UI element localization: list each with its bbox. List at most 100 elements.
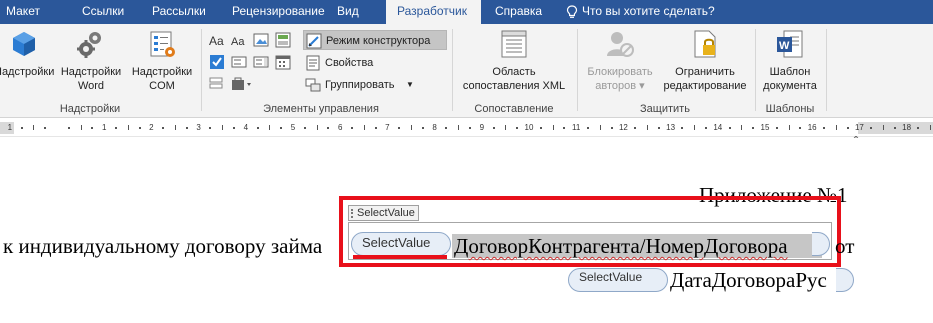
ruler-dot [728, 127, 731, 129]
com-addins-button[interactable]: Надстройки COM [127, 28, 197, 93]
ruler-dot [138, 127, 141, 129]
ruler-number: 12 [618, 123, 628, 132]
ruler-number: 1 [7, 123, 13, 132]
ruler-dot [351, 127, 353, 129]
group-icon [305, 77, 321, 93]
lock-document-icon [689, 28, 721, 60]
restrict-editing-button[interactable]: Ограничить редактирование [660, 28, 750, 93]
ruler-tick [127, 125, 129, 130]
date-picker-control-icon[interactable] [275, 54, 291, 70]
design-mode-label: Режим конструктора [326, 35, 431, 47]
ruler-dot [162, 127, 165, 129]
ruler-number: 5 [290, 123, 296, 132]
document-template-label-2: документа [763, 80, 817, 92]
addins-icon [8, 28, 40, 60]
building-block-control-icon[interactable] [275, 32, 291, 48]
xml-mapping-pane-icon [498, 28, 530, 60]
properties-icon [305, 55, 321, 71]
ruler-dot [634, 127, 637, 129]
ruler-dot [516, 127, 519, 129]
restrict-editing-label-2: редактирование [663, 80, 747, 92]
tab-review[interactable]: Рецензирование [222, 0, 332, 24]
gears-icon [75, 28, 107, 60]
dropdown-list-control-icon[interactable] [253, 54, 269, 70]
ruler-tick [741, 125, 743, 130]
word-addins-label-2: Word [77, 80, 105, 92]
ruler-tick [411, 125, 412, 130]
ruler-number: 7 [385, 123, 390, 132]
ruler-tick [835, 125, 837, 130]
ruler-dot [799, 127, 802, 129]
word-template-icon: W [774, 28, 806, 60]
group-separator [826, 29, 827, 111]
document-template-label-1: Шаблон [769, 66, 811, 78]
properties-button[interactable]: Свойства [303, 53, 393, 73]
tab-mailings[interactable]: Рассылки [142, 0, 220, 24]
tab-view[interactable]: Вид [330, 0, 380, 24]
ruler-dot [398, 127, 401, 129]
ruler-number: 2 [149, 123, 154, 132]
ruler-dot [469, 127, 471, 129]
group-label-mapping: Сопоставление [474, 103, 554, 115]
block-authors-label-1: Блокировать [587, 66, 653, 78]
tab-references[interactable]: Ссылки [72, 0, 134, 24]
document-page[interactable]: Приложение №1 к индивидуальному договору… [0, 138, 933, 323]
ruler-dot [917, 127, 920, 129]
xml-mapping-pane-button[interactable]: Область сопоставления XML [456, 28, 572, 93]
ruler-tick [552, 125, 554, 130]
plain-text-control-icon[interactable]: Aa [231, 32, 247, 48]
repeating-section-control-icon[interactable] [209, 76, 225, 92]
xml-mapping-label-1: Область [492, 66, 536, 78]
ruler-dot [185, 127, 188, 129]
ruler-number: 10 [524, 123, 534, 132]
chevron-down-icon: ▼ [406, 80, 414, 89]
ruler-tick [930, 125, 932, 130]
tab-layout[interactable]: Макет [0, 0, 48, 24]
legacy-tools-icon[interactable] [231, 76, 251, 92]
ruler-dot [280, 127, 283, 129]
ruler-tick [175, 125, 176, 130]
document-template-button[interactable]: W Шаблон документа [758, 28, 822, 93]
group-label-protect: Защитить [640, 103, 690, 115]
ruler-dot [705, 127, 707, 129]
ruler-dot [681, 127, 684, 129]
ruler-number: 3 [196, 123, 201, 132]
ruler-tick [363, 125, 365, 130]
horizontal-ruler[interactable]: 1 1 2 3 4 5 6 7 8 9 10 11 12 13 14 15 16 17 18 [0, 119, 933, 143]
ruler-tick [80, 125, 82, 130]
ruler-dot [91, 127, 94, 129]
picture-control-icon[interactable] [253, 32, 269, 48]
ruler-number: 16 [807, 123, 817, 132]
ruler-tick [788, 125, 790, 130]
ruler-tick [694, 125, 696, 130]
group-separator [577, 29, 578, 111]
svg-text:Aa: Aa [231, 36, 245, 48]
ruler-number: 15 [760, 123, 770, 132]
addins-button[interactable]: Надстройки [0, 28, 54, 79]
loan-agreement-text: к индивидуальному договору займа [3, 234, 323, 258]
restrict-editing-label-1: Ограничить [675, 66, 735, 78]
ruler-dot [563, 127, 566, 129]
ruler-dot [846, 127, 849, 129]
block-authors-button[interactable]: Блокировать авторов ▾ [582, 28, 658, 93]
ruler-dot [445, 127, 448, 129]
ribbon-tab-bar: Макет Ссылки Рассылки Рецензирование Вид… [0, 0, 933, 24]
tell-me-label: Что вы хотите сделать? [582, 4, 715, 18]
ruler-number: 13 [666, 123, 676, 132]
tab-help[interactable]: Справка [486, 0, 556, 24]
block-authors-icon [604, 28, 636, 60]
com-addins-label-2: COM [149, 80, 175, 92]
ruler-number: 18 [902, 123, 912, 132]
combo-box-control-icon[interactable] [231, 54, 247, 70]
tab-developer[interactable]: Разработчик [386, 0, 481, 24]
ruler-tick [458, 125, 460, 130]
date-field-end-tag[interactable] [836, 268, 854, 292]
word-addins-button[interactable]: Надстройки Word [56, 28, 126, 93]
contract-date-field[interactable]: ДатаДоговораРус [670, 268, 827, 293]
design-mode-button[interactable]: Режим конструктора [303, 30, 447, 50]
group-button[interactable]: Группировать ▼ [303, 75, 415, 95]
rich-text-control-icon[interactable]: Aa [209, 32, 225, 48]
ruler-dot [893, 127, 896, 129]
checkbox-control-icon[interactable] [209, 54, 225, 70]
ruler-number: 9 [479, 123, 485, 132]
